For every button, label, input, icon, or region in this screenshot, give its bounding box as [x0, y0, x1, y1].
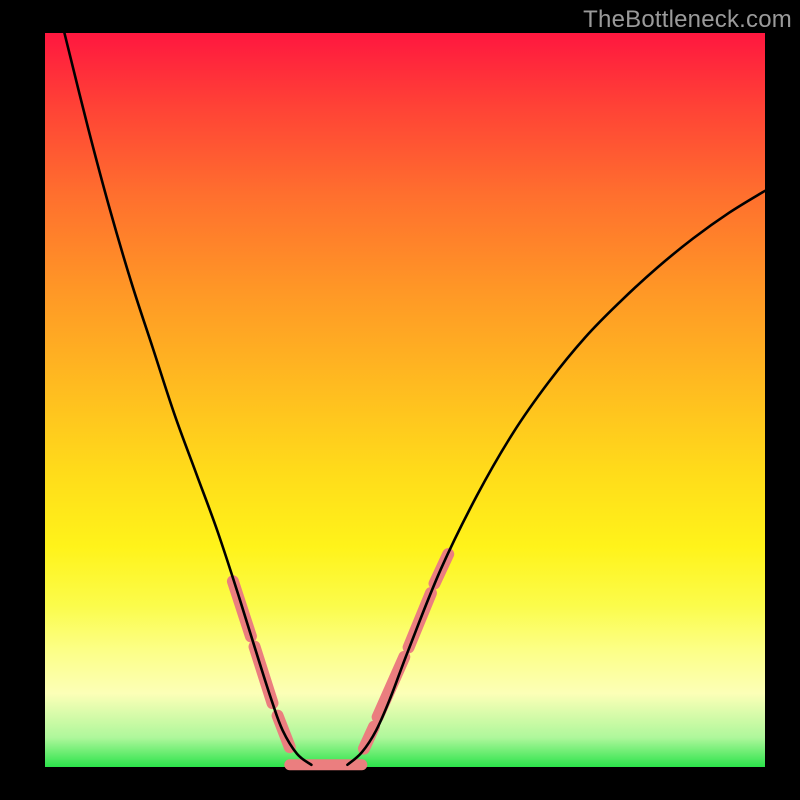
chart-overlay — [45, 33, 765, 767]
plot-area — [45, 33, 765, 767]
curve-layer — [64, 33, 765, 765]
marker-right-mid — [378, 657, 405, 717]
watermark-text: TheBottleneck.com — [583, 6, 792, 34]
chart-frame: TheBottleneck.com — [0, 0, 800, 800]
series-curve-left — [64, 33, 311, 765]
marker-layer — [233, 554, 448, 765]
series-curve-right — [347, 191, 765, 765]
